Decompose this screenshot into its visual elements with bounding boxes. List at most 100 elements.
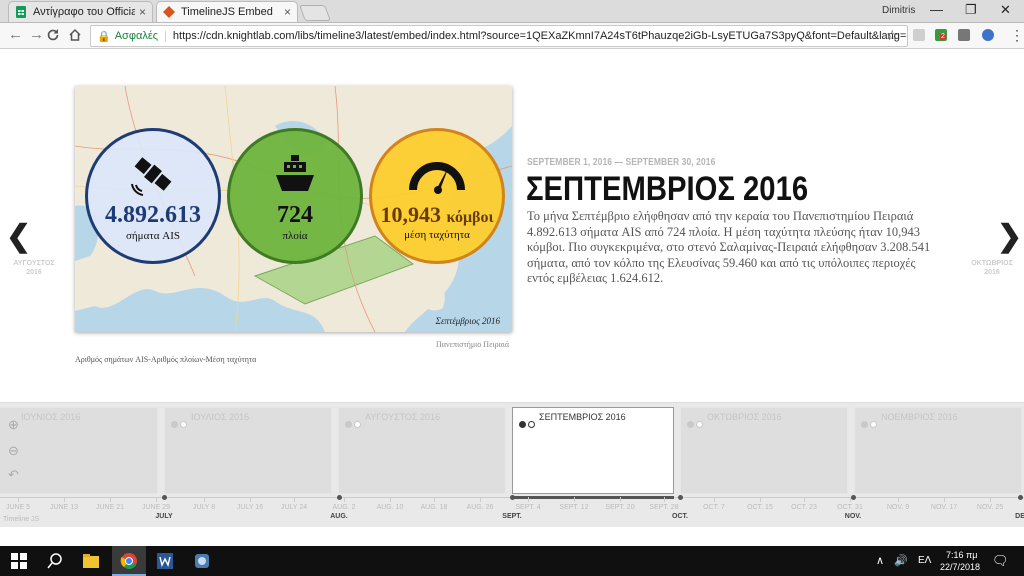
axis-date-label: JUNE 29: [141, 504, 171, 511]
timeline-event-august[interactable]: ΑΥΓΟΥΣΤΟΣ 2016: [338, 407, 506, 494]
event-markers: [171, 417, 189, 431]
stat-value: 724: [277, 201, 313, 228]
new-tab-button[interactable]: [299, 5, 331, 21]
stat-label: σήματα AIS: [125, 229, 180, 242]
bookmark-star-icon[interactable]: ☆: [886, 27, 899, 44]
timeline-event-september[interactable]: ΣΕΠΤΕΜΒΡΙΟΣ 2016: [512, 407, 674, 494]
axis-month-marker: [678, 495, 683, 500]
axis-tick: [480, 497, 481, 502]
axis-tick: [204, 497, 205, 502]
tab-sheets-copy[interactable]: Αντίγραφο του Official T ×: [8, 1, 153, 22]
event-markers: [687, 417, 705, 431]
back-to-start-icon[interactable]: ↶: [8, 467, 19, 483]
extension-icon[interactable]: [982, 29, 994, 41]
media-caption: Αριθμός σημάτων AIS-Αριθμός πλοίων-Μέση …: [75, 355, 257, 364]
back-icon[interactable]: ←: [8, 26, 23, 43]
minimize-icon[interactable]: —: [930, 2, 943, 17]
axis-tick: [390, 497, 391, 502]
slide-headline: ΣΕΠΤΕΜΒΡΙΟΣ 2016: [526, 170, 809, 208]
timeline-event-november[interactable]: ΝΟΕΜΒΡΙΟΣ 2016: [854, 407, 1022, 494]
media-credit: Πανεπιστήμιο Πειραιά: [436, 340, 510, 349]
volume-icon[interactable]: 🔊: [894, 554, 908, 567]
axis-tick: [110, 497, 111, 502]
close-tab-icon[interactable]: ×: [284, 5, 291, 19]
axis-date-label: OCT. 23: [791, 504, 817, 511]
axis-month-label: OCT.: [672, 513, 688, 520]
axis-month-label: JULY: [155, 513, 173, 520]
zoom-in-icon[interactable]: ⊕: [8, 417, 19, 433]
windows-start-icon[interactable]: [10, 552, 28, 570]
separator: |: [164, 30, 167, 42]
event-title: ΝΟΕΜΒΡΙΟΣ 2016: [881, 412, 958, 422]
home-icon[interactable]: [68, 28, 82, 42]
next-slide-label[interactable]: ΟΚΤΩΒΡΙΟΣ 2016: [962, 259, 1022, 277]
ship-icon: [276, 154, 314, 191]
clock-date[interactable]: 22/7/2018: [940, 562, 980, 572]
app-icon[interactable]: [193, 552, 211, 570]
tab-timelinejs[interactable]: TimelineJS Embed ×: [156, 1, 298, 22]
axis-tick: [64, 497, 65, 502]
prev-slide-icon[interactable]: ❮: [6, 222, 31, 252]
timelinejs-watermark[interactable]: Timeline JS: [3, 516, 39, 523]
next-slide-icon[interactable]: ❯: [997, 222, 1022, 252]
axis-date-label: AUG. 26: [466, 504, 494, 511]
axis-date-label: JUNE 5: [5, 504, 31, 511]
axis-date-label: AUG. 18: [420, 504, 448, 511]
stat-label: μέση ταχύτητα: [404, 228, 470, 241]
extension-icon[interactable]: 2: [935, 29, 947, 41]
close-window-icon[interactable]: ✕: [1000, 2, 1011, 18]
file-explorer-icon[interactable]: [82, 552, 100, 570]
axis-date-label: AUG. 2: [332, 504, 356, 511]
forward-icon[interactable]: →: [29, 26, 44, 43]
input-language[interactable]: ΕΛ: [918, 555, 931, 566]
event-markers: [519, 417, 537, 431]
axis-date-label: SEPT. 4: [515, 504, 541, 511]
timeline-event-october[interactable]: ΟΚΤΩΒΡΙΟΣ 2016: [680, 407, 848, 494]
clock-time[interactable]: 7:16 πμ: [946, 550, 977, 560]
event-title: ΑΥΓΟΥΣΤΟΣ 2016: [365, 412, 440, 422]
stat-value: 4.892.613: [105, 201, 201, 228]
axis-tick: [898, 497, 899, 502]
tab-title: Αντίγραφο του Official T: [33, 6, 135, 18]
axis-tick: [528, 497, 529, 502]
menu-icon[interactable]: ⋮: [1010, 27, 1024, 44]
stat-ais-signals: 4.892.613 σήματα AIS: [85, 128, 221, 264]
timeline-nav[interactable]: ΙΟΥΝΙΟΣ 2016 ΙΟΥΛΙΟΣ 2016 ΑΥΓΟΥΣΤΟΣ 2016…: [0, 402, 1024, 527]
profile-name[interactable]: Dimitris: [882, 5, 915, 16]
taskbar: ∧ 🔊 ΕΛ 7:16 πμ 22/7/2018 🗨: [0, 546, 1024, 576]
browser-tab-bar: Αντίγραφο του Official T × TimelineJS Em…: [0, 0, 1024, 23]
axis-date-label: AUG. 10: [376, 504, 404, 511]
word-icon[interactable]: [156, 552, 174, 570]
stat-ships: 724 πλοία: [227, 128, 363, 264]
event-title: ΙΟΥΛΙΟΣ 2016: [191, 412, 250, 422]
tray-expand-icon[interactable]: ∧: [876, 554, 884, 567]
zoom-out-icon[interactable]: ⊖: [8, 443, 19, 459]
slide-date-range: SEPTEMBER 1, 2016 — SEPTEMBER 30, 2016: [527, 157, 716, 168]
axis-month-label: SEPT.: [502, 513, 522, 520]
axis-date-label: OCT. 15: [747, 504, 773, 511]
reload-icon[interactable]: [46, 28, 60, 42]
toolbar: ← → 🔒 Ασφαλές | https://cdn.knightlab.co…: [0, 23, 1024, 49]
restore-icon[interactable]: ❐: [965, 2, 977, 18]
prev-slide-label[interactable]: ΑΥΓΟΥΣΤΟΣ 2016: [4, 259, 64, 277]
axis-tick: [156, 497, 157, 502]
camera-icon[interactable]: [958, 29, 970, 41]
search-icon[interactable]: [46, 552, 64, 570]
taskbar-chrome-active[interactable]: [112, 546, 146, 576]
close-tab-icon[interactable]: ×: [139, 5, 146, 19]
event-title: ΙΟΥΝΙΟΣ 2016: [21, 412, 81, 422]
url-text[interactable]: https://cdn.knightlab.com/libs/timeline3…: [173, 30, 907, 42]
sheets-icon: [16, 6, 26, 18]
axis-date-label: JUNE 13: [49, 504, 79, 511]
timeline-event-july[interactable]: ΙΟΥΛΙΟΣ 2016: [164, 407, 332, 494]
axis-date-label: JULY 16: [236, 504, 264, 511]
stat-label: πλοία: [282, 229, 308, 242]
timeline-axis-active: [512, 496, 674, 499]
timeline-event-june[interactable]: ΙΟΥΝΙΟΣ 2016: [0, 407, 158, 494]
axis-date-label: JULY 8: [192, 504, 216, 511]
extension-icon[interactable]: [913, 29, 925, 41]
address-bar[interactable]: 🔒 Ασφαλές | https://cdn.knightlab.com/li…: [90, 25, 908, 47]
notifications-icon[interactable]: 🗨: [992, 553, 1009, 569]
axis-tick: [944, 497, 945, 502]
chrome-icon: [120, 553, 137, 569]
